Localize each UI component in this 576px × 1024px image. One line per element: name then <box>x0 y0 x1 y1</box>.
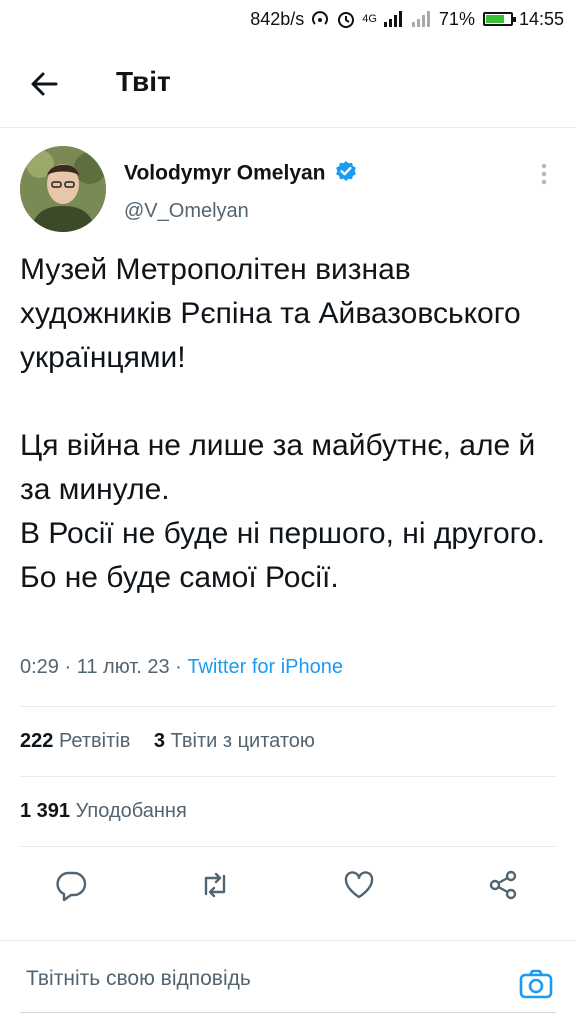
likes-stat[interactable]: 1 391 Уподобання <box>20 800 187 822</box>
retweets-label: Ретвітів <box>58 730 131 752</box>
author-handle[interactable]: @V_Omelyan <box>124 200 249 223</box>
retweet-icon[interactable] <box>198 868 232 902</box>
header: Твіт <box>0 38 576 128</box>
stats-row-retweets: 222 Ретвітів 3 Твіти з цитатою <box>20 730 333 753</box>
divider <box>0 940 576 941</box>
status-bar: 842b/s 4G 71% 14:55 <box>0 0 576 38</box>
tweet-date: 11 лют. 23 <box>76 656 170 678</box>
meta-separator: · <box>64 656 77 678</box>
share-icon[interactable] <box>486 868 520 902</box>
clock: 14:55 <box>518 8 564 29</box>
signal-icon <box>383 10 405 28</box>
stats-row-likes: 1 391 Уподобання <box>20 800 205 823</box>
battery-percent: 71% <box>438 8 475 29</box>
tweet-time: 0:29 <box>20 656 59 678</box>
divider <box>20 846 556 847</box>
like-icon[interactable] <box>342 868 376 902</box>
page-title: Твіт <box>116 66 171 97</box>
alarm-icon <box>336 9 356 29</box>
quotes-stat[interactable]: 3 Твіти з цитатою <box>154 730 315 752</box>
hotspot-icon <box>310 9 330 29</box>
camera-icon[interactable] <box>518 966 554 1002</box>
likes-label: Уподобання <box>75 800 187 822</box>
action-bar <box>0 852 576 918</box>
divider <box>20 776 556 777</box>
retweets-stat[interactable]: 222 Ретвітів <box>20 730 130 752</box>
reply-icon[interactable] <box>54 868 88 902</box>
meta-separator: · <box>175 656 188 678</box>
likes-count: 1 391 <box>20 800 71 822</box>
author-name[interactable]: Volodymyr Omelyan <box>124 160 357 188</box>
quotes-count: 3 <box>153 730 166 752</box>
tweet-meta: 0:29 · 11 лют. 23 · Twitter for iPhone <box>20 656 343 679</box>
signal-icon-2 <box>411 10 433 28</box>
tweet-text: Музей Метрополітен визнав художників Рєп… <box>20 253 545 594</box>
network-type: 4G <box>362 13 377 25</box>
author-name-text: Volodymyr Omelyan <box>124 161 326 185</box>
divider <box>20 706 556 707</box>
quotes-label: Твіти з цитатою <box>170 730 315 752</box>
battery-icon <box>482 12 516 26</box>
tweet-source-link[interactable]: Twitter for iPhone <box>187 656 343 678</box>
network-speed: 842b/s <box>250 8 305 29</box>
reply-input[interactable] <box>24 966 488 992</box>
retweets-count: 222 <box>20 730 54 752</box>
arrow-left-icon[interactable] <box>28 68 60 100</box>
avatar[interactable] <box>20 146 106 232</box>
more-options-icon[interactable] <box>534 160 554 188</box>
reply-underline <box>20 1012 556 1013</box>
verified-badge-icon <box>335 160 357 188</box>
